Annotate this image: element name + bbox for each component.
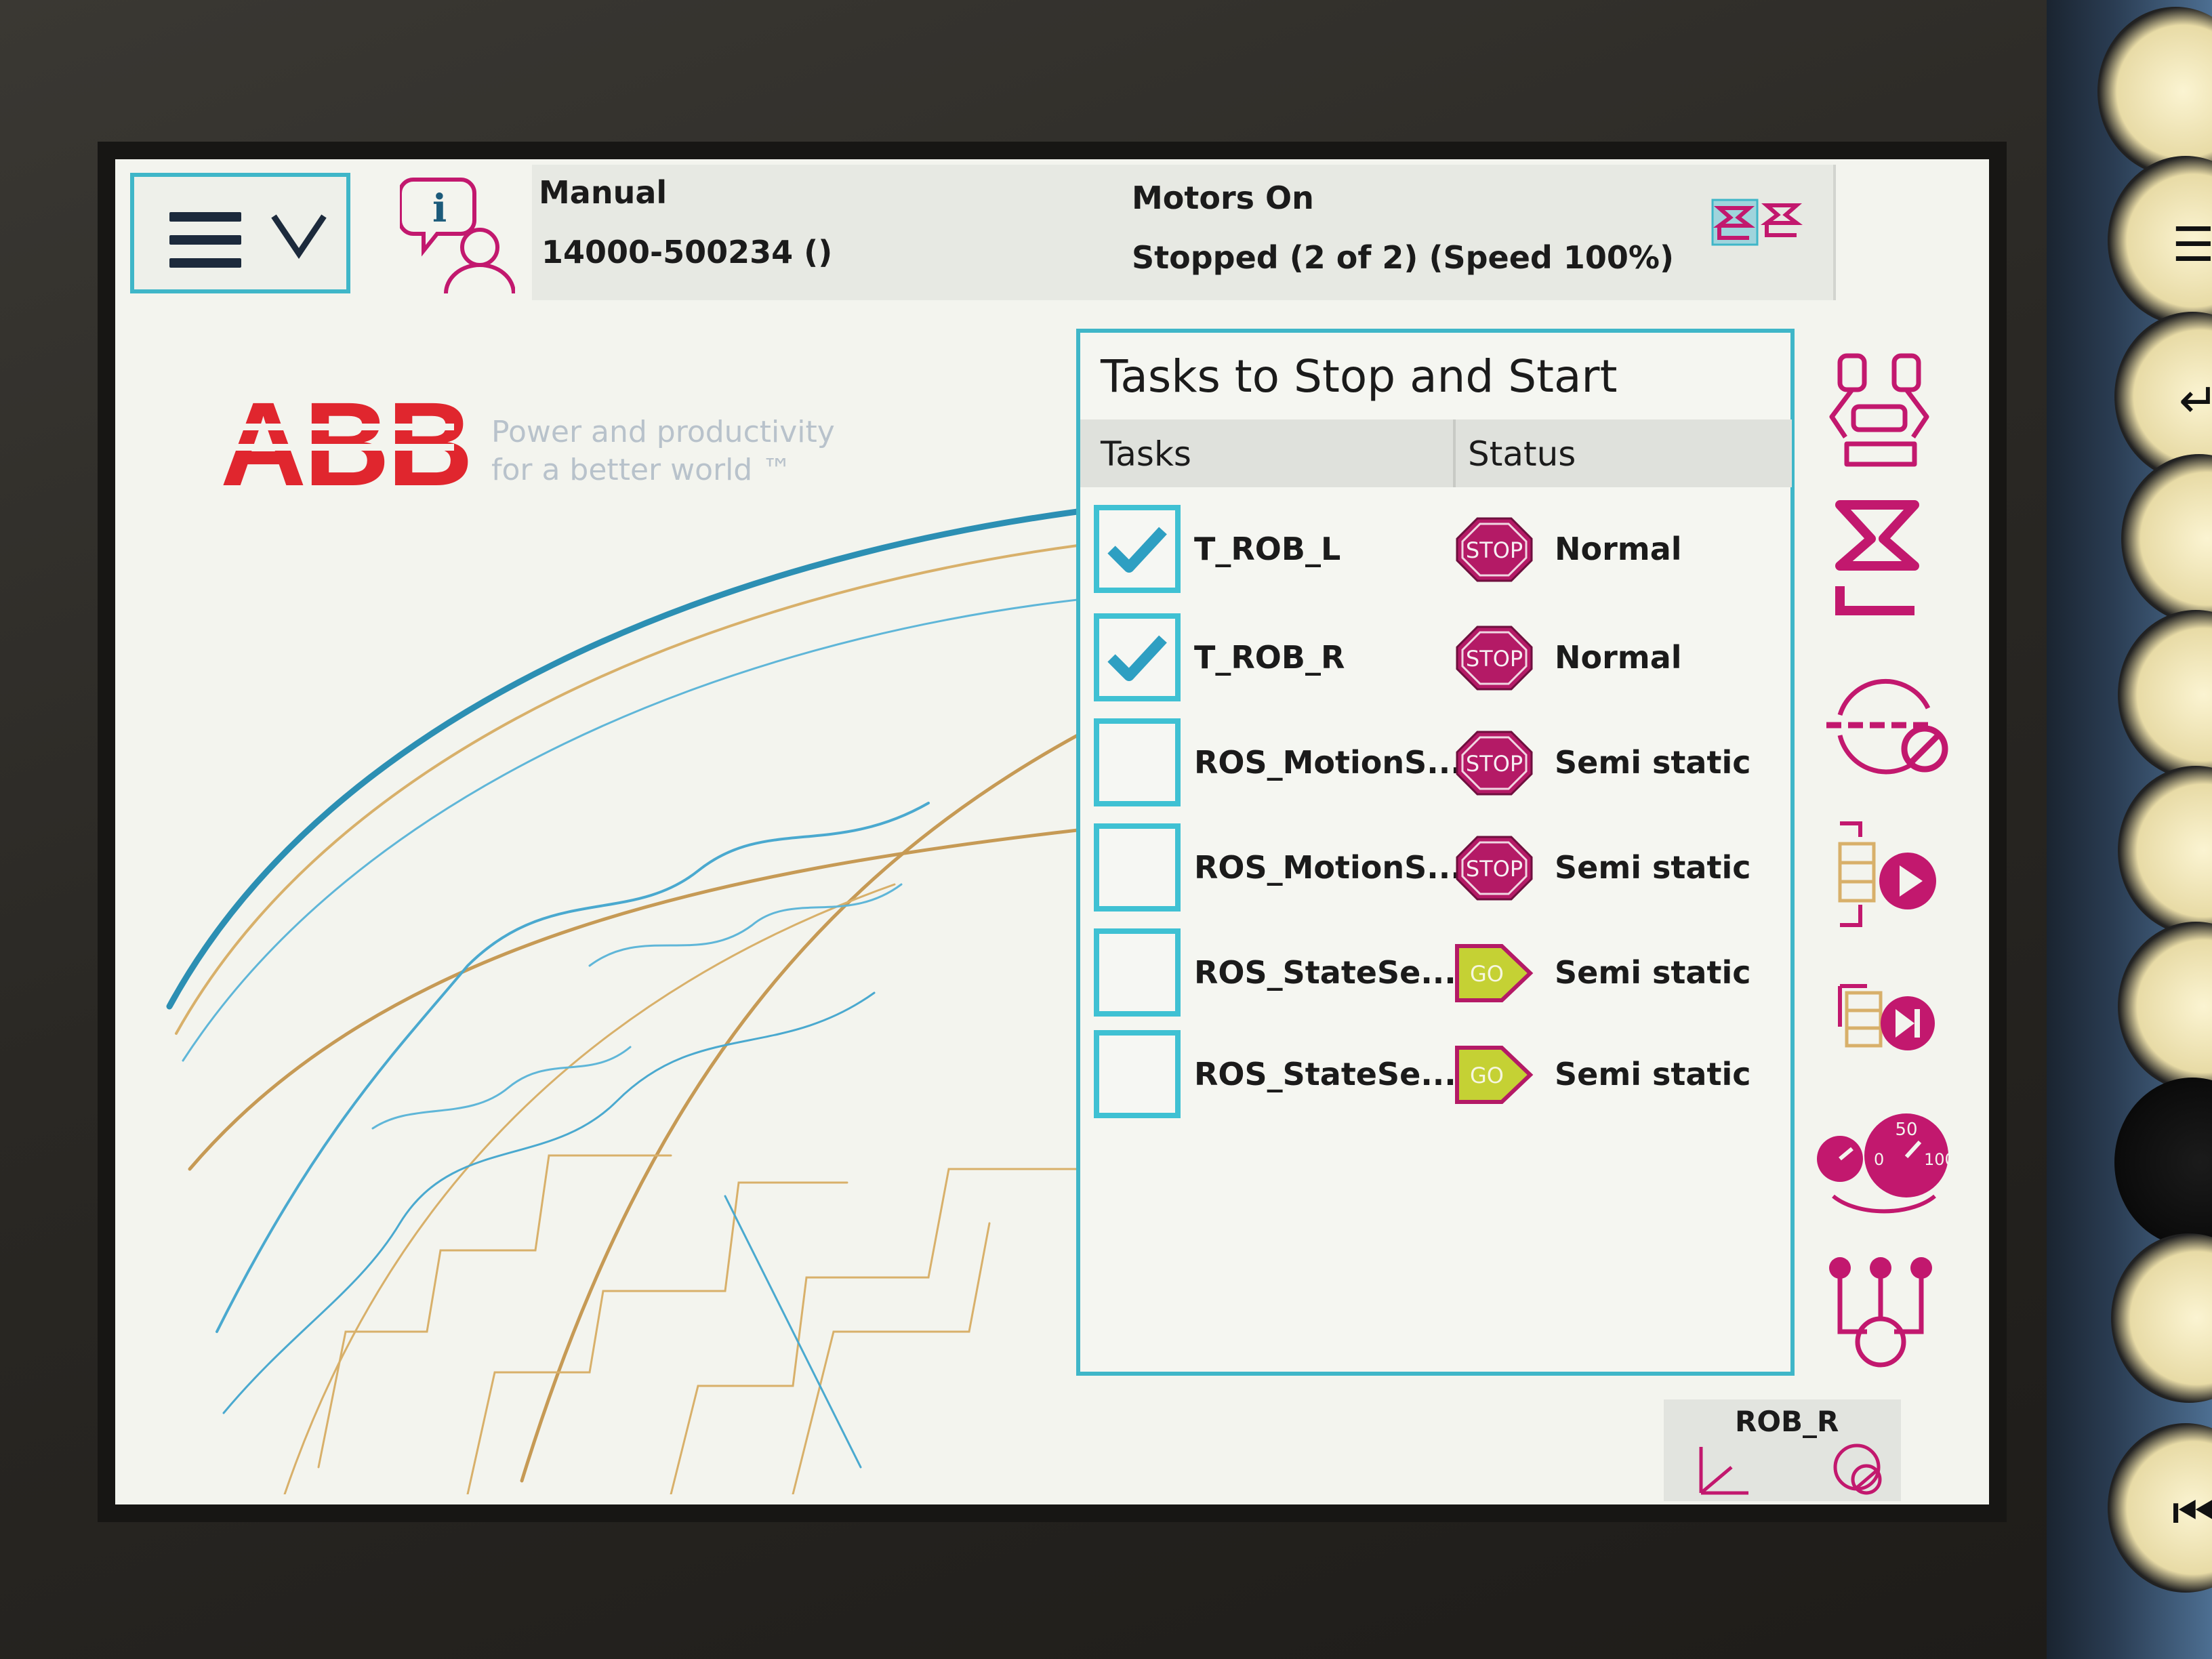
- task-name: ROS_MotionS...: [1194, 849, 1462, 886]
- jog-increment-icon: [1833, 1443, 1882, 1495]
- svg-text:STOP: STOP: [1466, 646, 1523, 672]
- chevron-down-icon: [271, 214, 327, 260]
- coordinate-axes-icon: [1699, 1447, 1748, 1495]
- task-row[interactable]: ROS_StateSe... GO Semi static: [1080, 1027, 1790, 1129]
- motors-state: Motors On: [1132, 180, 1314, 216]
- increment-icon[interactable]: [1813, 491, 1948, 620]
- svg-text:STOP: STOP: [1466, 537, 1523, 563]
- tasks-table-header: Tasks Status: [1080, 419, 1792, 487]
- task-checkbox[interactable]: [1094, 505, 1181, 593]
- task-checkbox[interactable]: [1094, 823, 1181, 912]
- svg-text:100: 100: [1924, 1150, 1948, 1169]
- task-row[interactable]: ROS_MotionS... STOP Semi static: [1080, 716, 1790, 817]
- status-bar[interactable]: Manual 14000-500234 () Motors On Stopped…: [532, 165, 1836, 300]
- task-name: T_ROB_L: [1194, 531, 1341, 567]
- task-step-icon[interactable]: [1813, 959, 1948, 1088]
- task-status: Semi static: [1555, 954, 1751, 991]
- stop-icon: STOP: [1456, 836, 1533, 901]
- svg-text:GO: GO: [1470, 961, 1504, 987]
- task-checkbox[interactable]: [1094, 718, 1181, 806]
- column-divider: [1453, 419, 1456, 487]
- task-name: ROS_MotionS...: [1194, 744, 1462, 781]
- hardware-key-10[interactable]: ⏮: [2108, 1423, 2212, 1593]
- hardware-key-4[interactable]: [2121, 454, 2212, 623]
- task-row[interactable]: ROS_MotionS... STOP Semi static: [1080, 821, 1790, 922]
- tasks-stop-start-dialog: Tasks to Stop and Start Tasks Status T_R…: [1076, 329, 1795, 1376]
- pendant-screen: i Manual 14000-500234 () Motors On Stopp…: [115, 159, 1989, 1504]
- task-status: Semi static: [1555, 849, 1751, 886]
- hardware-key-8[interactable]: [2114, 1078, 2212, 1247]
- tasks-icon[interactable]: [1813, 1250, 1948, 1379]
- task-name: ROS_StateSe...: [1194, 1056, 1456, 1092]
- operating-mode: Manual: [539, 174, 668, 211]
- task-name: ROS_StateSe...: [1194, 954, 1456, 991]
- svg-text:0: 0: [1874, 1150, 1884, 1169]
- hamburger-icon: [169, 212, 241, 281]
- hardware-key-5[interactable]: [2118, 610, 2212, 779]
- key-glyph-icon: ↵: [2179, 373, 2212, 428]
- task-name: T_ROB_R: [1194, 639, 1345, 676]
- column-header-tasks: Tasks: [1101, 434, 1191, 474]
- hardware-key-2[interactable]: ☰: [2108, 156, 2212, 325]
- task-status: Normal: [1555, 531, 1682, 567]
- hardware-key-6[interactable]: [2118, 766, 2212, 935]
- key-glyph-icon: ⏮: [2172, 1484, 2212, 1540]
- task-row[interactable]: T_ROB_L STOP Normal: [1080, 502, 1790, 604]
- dialog-title: Tasks to Stop and Start: [1101, 350, 1618, 403]
- world-map-illustration: [166, 508, 1078, 1494]
- hardware-key-7[interactable]: [2118, 922, 2212, 1091]
- run-mode-icon[interactable]: [1813, 661, 1948, 790]
- svg-text:50: 50: [1895, 1120, 1917, 1140]
- svg-text:STOP: STOP: [1466, 751, 1523, 777]
- task-status: Semi static: [1555, 1056, 1751, 1092]
- event-log-icon[interactable]: i: [400, 173, 515, 295]
- stop-icon: STOP: [1456, 517, 1533, 582]
- robot-state-icons: [1711, 199, 1803, 246]
- task-checkbox[interactable]: [1094, 928, 1181, 1017]
- task-checkbox[interactable]: [1094, 613, 1181, 701]
- step-mode-icon[interactable]: [1813, 810, 1948, 939]
- svg-text:GO: GO: [1470, 1063, 1504, 1088]
- task-status: Normal: [1555, 639, 1682, 676]
- check-icon: [1107, 527, 1167, 573]
- speed-icon[interactable]: 50 0 100: [1813, 1101, 1948, 1230]
- mechanical-unit-icon[interactable]: [1813, 342, 1948, 471]
- svg-text:STOP: STOP: [1466, 856, 1523, 882]
- check-icon: [1107, 635, 1167, 681]
- task-checkbox[interactable]: [1094, 1030, 1181, 1118]
- task-status: Semi static: [1555, 744, 1751, 781]
- mechanical-unit-label: ROB_R: [1735, 1405, 1839, 1438]
- column-header-status: Status: [1468, 434, 1576, 474]
- go-icon: GO: [1455, 944, 1534, 1002]
- task-row[interactable]: T_ROB_R STOP Normal: [1080, 611, 1790, 712]
- stop-icon: STOP: [1456, 731, 1533, 796]
- stop-icon: STOP: [1456, 626, 1533, 691]
- run-state: Stopped (2 of 2) (Speed 100%): [1132, 239, 1674, 276]
- hardware-key-9[interactable]: [2111, 1233, 2212, 1403]
- key-glyph-icon: ☰: [2172, 217, 2212, 272]
- main-menu-button[interactable]: [130, 173, 350, 293]
- tagline-line-1: Power and productivity: [491, 415, 835, 449]
- controller-name: 14000-500234 (): [541, 234, 833, 270]
- task-row[interactable]: ROS_StateSe... GO Semi static: [1080, 926, 1790, 1027]
- hardware-key-1[interactable]: [2097, 7, 2212, 176]
- go-icon: GO: [1455, 1046, 1534, 1104]
- mechanical-unit-button[interactable]: ROB_R: [1664, 1399, 1901, 1501]
- svg-text:i: i: [432, 186, 447, 231]
- hardware-keypad: ☰ ↵ ⏮: [2047, 0, 2212, 1659]
